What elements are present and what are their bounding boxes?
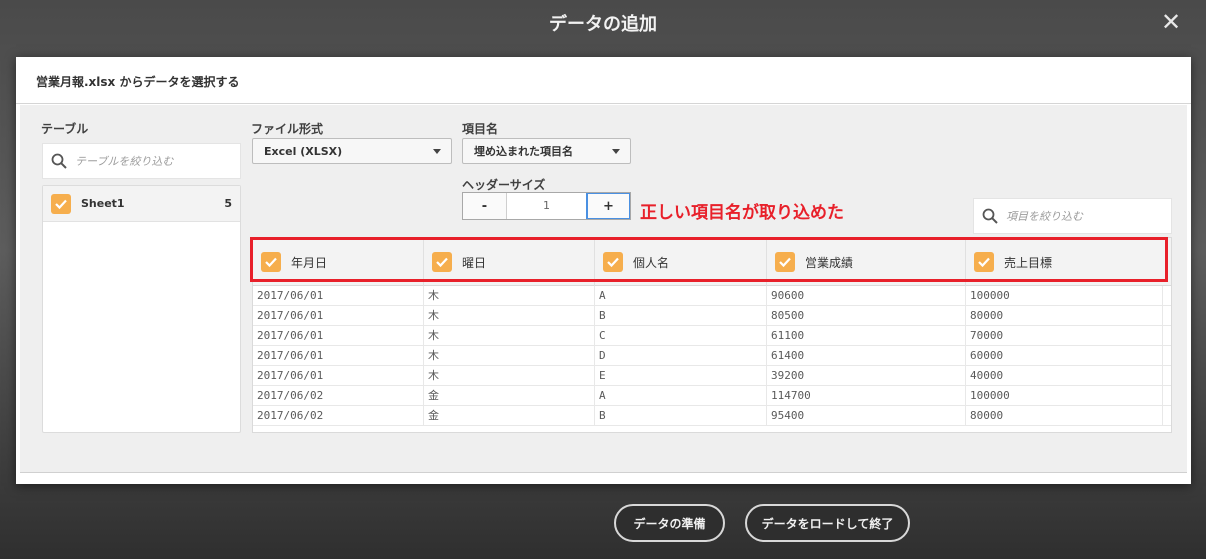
data-rows: 2017/06/01 木 A 90600 100000 2017/06/01 木 B 80500…: [253, 286, 1171, 426]
table-cell: 2017/06/01: [253, 286, 424, 305]
table-cell: 60000: [966, 346, 1163, 365]
column-header[interactable]: 売上目標: [966, 238, 1163, 286]
table-cell: 70000: [966, 326, 1163, 345]
table-cell: 2017/06/02: [253, 406, 424, 425]
table-search-input[interactable]: [75, 154, 225, 168]
search-icon: [982, 208, 998, 224]
column-header[interactable]: 営業成績: [767, 238, 966, 286]
checkbox-checked-icon[interactable]: [261, 252, 281, 272]
table-cell: 61400: [767, 346, 966, 365]
add-data-dialog: 営業月報.xlsx からデータを選択する テーブル Sheet1 5 ファイル形…: [16, 57, 1191, 484]
table-cell: 2017/06/01: [253, 306, 424, 325]
table-cell: 木: [424, 346, 595, 365]
table-cell: 39200: [767, 366, 966, 385]
field-names-label: 項目名: [462, 122, 499, 136]
table-cell: 95400: [767, 406, 966, 425]
table-cell: 80000: [966, 306, 1163, 325]
table-cell: 40000: [966, 366, 1163, 385]
checkbox-checked-icon[interactable]: [974, 252, 994, 272]
table-cell: 木: [424, 326, 595, 345]
table-cell: 114700: [767, 386, 966, 405]
table-row: 2017/06/01 木 A 90600 100000: [253, 286, 1171, 306]
prepare-data-button[interactable]: データの準備: [614, 504, 725, 542]
field-search[interactable]: [973, 198, 1172, 234]
column-name: 曜日: [462, 255, 487, 270]
search-icon: [51, 153, 67, 169]
column-name: 年月日: [291, 255, 328, 270]
table-row: 2017/06/01 木 E 39200 40000: [253, 366, 1171, 386]
field-names-value: 埋め込まれた項目名: [474, 145, 573, 158]
window-title: データの追加: [549, 14, 657, 35]
header-size-label: ヘッダーサイズ: [462, 178, 546, 192]
table-cell: 金: [424, 406, 595, 425]
table-cell: D: [595, 346, 767, 365]
table-cell: E: [595, 366, 767, 385]
table-name: Sheet1: [81, 197, 125, 210]
table-cell: A: [595, 386, 767, 405]
table-cell: B: [595, 406, 767, 425]
annotation-text: 正しい項目名が取り込めた: [640, 203, 844, 223]
file-format-label: ファイル形式: [251, 122, 324, 136]
column-name: 営業成績: [805, 255, 854, 270]
table-row: 2017/06/02 金 A 114700 100000: [253, 386, 1171, 406]
checkbox-checked-icon[interactable]: [775, 252, 795, 272]
table-row: 2017/06/01 木 D 61400 60000: [253, 346, 1171, 366]
table-cell: 80000: [966, 406, 1163, 425]
table-cell: 61100: [767, 326, 966, 345]
table-cell: 80500: [767, 306, 966, 325]
table-item-sheet1[interactable]: Sheet1 5: [43, 186, 240, 222]
table-cell: 木: [424, 366, 595, 385]
chevron-down-icon: [433, 149, 441, 154]
table-row: 2017/06/01 木 C 61100 70000: [253, 326, 1171, 346]
column-name: 売上目標: [1004, 255, 1053, 270]
table-search[interactable]: [42, 143, 241, 179]
increment-button[interactable]: +: [586, 193, 630, 219]
tables-label: テーブル: [41, 122, 89, 136]
table-cell: 100000: [966, 286, 1163, 305]
table-cell: 木: [424, 306, 595, 325]
table-cell: B: [595, 306, 767, 325]
table-cell: 金: [424, 386, 595, 405]
table-row: 2017/06/01 木 B 80500 80000: [253, 306, 1171, 326]
chevron-down-icon: [612, 149, 620, 154]
checkbox-checked-icon[interactable]: [432, 252, 452, 272]
table-cell: A: [595, 286, 767, 305]
table-cell: 2017/06/01: [253, 326, 424, 345]
decrement-button[interactable]: -: [463, 193, 507, 219]
checkbox-checked-icon[interactable]: [51, 193, 71, 214]
column-name: 個人名: [633, 255, 670, 270]
load-and-finish-button[interactable]: データをロードして終了: [745, 504, 910, 542]
table-cell: 2017/06/01: [253, 366, 424, 385]
column-header[interactable]: 年月日: [253, 238, 424, 286]
header-size-stepper: - 1 +: [462, 192, 631, 220]
data-preview-table: 年月日 曜日 個人名 営業成績 売上目標 2017/06/01 木 A 90600 10…: [252, 237, 1172, 433]
field-search-input[interactable]: [1006, 209, 1156, 223]
table-cell: 2017/06/01: [253, 346, 424, 365]
table-cell: 90600: [767, 286, 966, 305]
table-row: 2017/06/02 金 B 95400 80000: [253, 406, 1171, 426]
file-format-value: Excel (XLSX): [264, 144, 343, 158]
table-cell: 木: [424, 286, 595, 305]
close-icon[interactable]: ✕: [1158, 9, 1184, 35]
header-size-value[interactable]: 1: [507, 193, 586, 219]
column-header-row: 年月日 曜日 個人名 営業成績 売上目標: [253, 238, 1171, 286]
file-format-select[interactable]: Excel (XLSX): [252, 138, 452, 164]
field-names-select[interactable]: 埋め込まれた項目名: [462, 138, 631, 164]
table-cell: 100000: [966, 386, 1163, 405]
table-field-count: 5: [224, 197, 232, 210]
table-cell: C: [595, 326, 767, 345]
checkbox-checked-icon[interactable]: [603, 252, 623, 272]
table-list: Sheet1 5: [42, 185, 241, 433]
table-cell: 2017/06/02: [253, 386, 424, 405]
dialog-header: 営業月報.xlsx からデータを選択する: [16, 57, 1191, 104]
column-header[interactable]: 個人名: [595, 238, 767, 286]
column-header[interactable]: 曜日: [424, 238, 595, 286]
